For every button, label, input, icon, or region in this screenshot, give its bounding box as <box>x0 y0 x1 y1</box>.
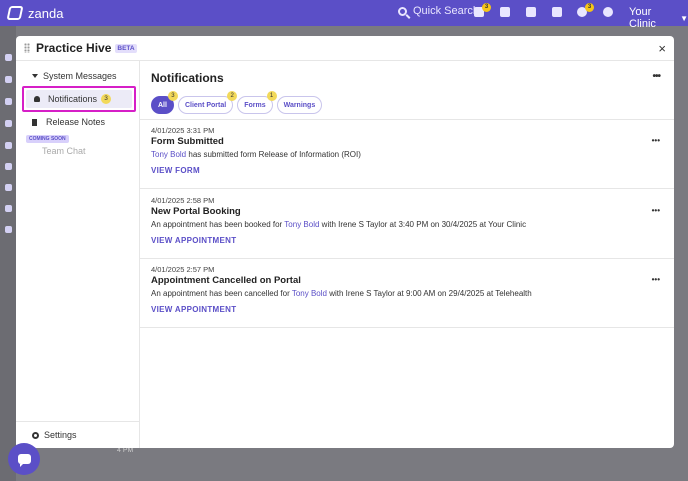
system-messages-toggle[interactable]: System Messages <box>32 71 117 81</box>
filter-count-badge: 1 <box>266 91 277 101</box>
filter-label: Client Portal <box>184 101 227 109</box>
filter-count-badge: 3 <box>167 91 178 101</box>
zanda-logo[interactable]: zanda <box>6 5 64 21</box>
bell-icon <box>34 96 40 102</box>
notification-text: An appointment has been cancelled for <box>151 289 292 298</box>
support-chat-button[interactable] <box>8 443 40 475</box>
notifications-title: Notifications <box>151 71 224 85</box>
filter-count-badge: 2 <box>227 91 238 101</box>
notifications-count-badge: 3 <box>101 94 112 104</box>
quick-search-label: Quick Search <box>413 5 480 17</box>
chevron-down-icon: ▼ <box>680 13 688 23</box>
view-appointment-link[interactable]: VIEW APPOINTMENT <box>151 236 236 245</box>
notification-title: Form Submitted <box>151 136 224 147</box>
calendar-time-label: 4 PM <box>117 447 134 454</box>
notification-text: with Irene S Taylor at 3:40 PM on 30/4/2… <box>319 220 527 229</box>
filter-all[interactable]: All 3 <box>151 91 178 114</box>
more-options-icon[interactable]: ••• <box>652 71 660 82</box>
sidebar-item-notifications[interactable]: Notifications 3 <box>22 86 136 112</box>
background-nav <box>0 26 16 481</box>
clients-nav-icon <box>5 76 12 83</box>
system-messages-label: System Messages <box>43 71 117 81</box>
filter-label: All <box>158 101 167 109</box>
filter-forms[interactable]: Forms 1 <box>237 91 277 114</box>
calendar-icon[interactable] <box>500 7 512 19</box>
zanda-logo-icon <box>6 6 24 20</box>
gear-icon <box>32 431 39 439</box>
sidebar-item-release-notes[interactable]: Release Notes <box>32 115 105 129</box>
notifications-panel: Notifications ••• All 3 Client Portal 2 … <box>140 61 674 448</box>
billing-nav-icon <box>5 120 12 127</box>
notification-body: An appointment has been booked for Tony … <box>151 220 526 229</box>
notification-timestamp: 4/01/2025 3:31 PM <box>151 126 215 135</box>
notification-body: An appointment has been cancelled for To… <box>151 289 532 298</box>
settings-label: Settings <box>44 430 77 440</box>
more-options-icon[interactable]: ••• <box>652 206 660 215</box>
reports-nav-icon <box>5 98 12 105</box>
document-icon <box>32 118 37 126</box>
clinic-name: Your Clinic <box>629 6 656 30</box>
search-icon <box>398 6 407 16</box>
filter-label: Forms <box>244 101 266 109</box>
client-link[interactable]: Tony Bold <box>284 220 319 229</box>
modal-sidebar: System Messages Notifications 3 Release … <box>16 61 140 448</box>
brand-name: zanda <box>28 5 64 21</box>
notification-text: An appointment has been booked for <box>151 220 285 229</box>
notification-filters: All 3 Client Portal 2 Forms 1 Warnings <box>151 91 323 114</box>
help-nav-icon <box>5 226 12 233</box>
practice-hive-modal: Practice Hive BETA × System Messages Not… <box>16 36 674 448</box>
notification-item: 4/01/2025 2:57 PM Appointment Cancelled … <box>140 259 674 328</box>
notification-text: has submitted form Release of Informatio… <box>186 150 361 159</box>
notification-title: Appointment Cancelled on Portal <box>151 275 301 286</box>
client-link[interactable]: Tony Bold <box>151 150 186 159</box>
chat-bubble-icon <box>17 454 31 467</box>
tasks-icon[interactable]: 3 <box>577 3 594 19</box>
modal-title: Practice Hive <box>36 41 112 55</box>
drag-handle-icon[interactable] <box>24 43 30 53</box>
notifications-label: Notifications <box>48 94 98 104</box>
notification-text: with Irene S Taylor at 9:00 AM on 29/4/2… <box>326 289 532 298</box>
stats-nav-icon <box>5 142 12 149</box>
notification-item: 4/01/2025 3:31 PM Form Submitted Tony Bo… <box>140 120 674 189</box>
chat-icon[interactable] <box>603 7 615 19</box>
filter-label: Warnings <box>283 101 316 109</box>
clinic-switcher[interactable]: Your Clinic ▼ <box>629 6 688 30</box>
filter-client-portal[interactable]: Client Portal 2 <box>177 91 238 114</box>
clipboard-icon[interactable] <box>526 7 538 19</box>
tools-nav-icon <box>5 163 12 170</box>
calendar-nav-icon <box>5 54 12 61</box>
wallet-icon[interactable] <box>552 7 564 19</box>
close-icon[interactable]: × <box>658 41 666 56</box>
beta-badge: BETA <box>115 43 137 53</box>
sidebar-item-team-chat: Team Chat <box>42 146 86 156</box>
notification-item: 4/01/2025 2:58 PM New Portal Booking An … <box>140 190 674 259</box>
view-appointment-link[interactable]: VIEW APPOINTMENT <box>151 305 236 314</box>
modal-header: Practice Hive BETA × <box>16 36 674 61</box>
notification-timestamp: 4/01/2025 2:57 PM <box>151 265 215 274</box>
quick-search-button[interactable]: Quick Search <box>398 5 479 17</box>
more-options-icon[interactable]: ••• <box>652 275 660 284</box>
notification-body: Tony Bold has submitted form Release of … <box>151 150 361 159</box>
filter-warnings[interactable]: Warnings <box>276 96 323 114</box>
release-notes-label: Release Notes <box>46 117 106 127</box>
view-form-link[interactable]: VIEW FORM <box>151 166 200 175</box>
client-link[interactable]: Tony Bold <box>292 289 327 298</box>
bulletin-badge: 3 <box>482 3 491 12</box>
coming-soon-badge: COMING SOON <box>26 135 69 143</box>
more-options-icon[interactable]: ••• <box>652 136 660 145</box>
settings-nav-icon <box>5 205 12 212</box>
documents-nav-icon <box>5 184 12 191</box>
notification-timestamp: 4/01/2025 2:58 PM <box>151 196 215 205</box>
bulletin-icon[interactable]: 3 <box>474 3 491 19</box>
app-header: zanda Quick Search 3 3 Your Clinic ▼ <box>0 0 688 30</box>
caret-down-icon <box>32 74 38 78</box>
settings-button[interactable]: Settings <box>16 421 139 448</box>
tasks-badge: 3 <box>585 3 594 12</box>
notification-title: New Portal Booking <box>151 206 241 217</box>
